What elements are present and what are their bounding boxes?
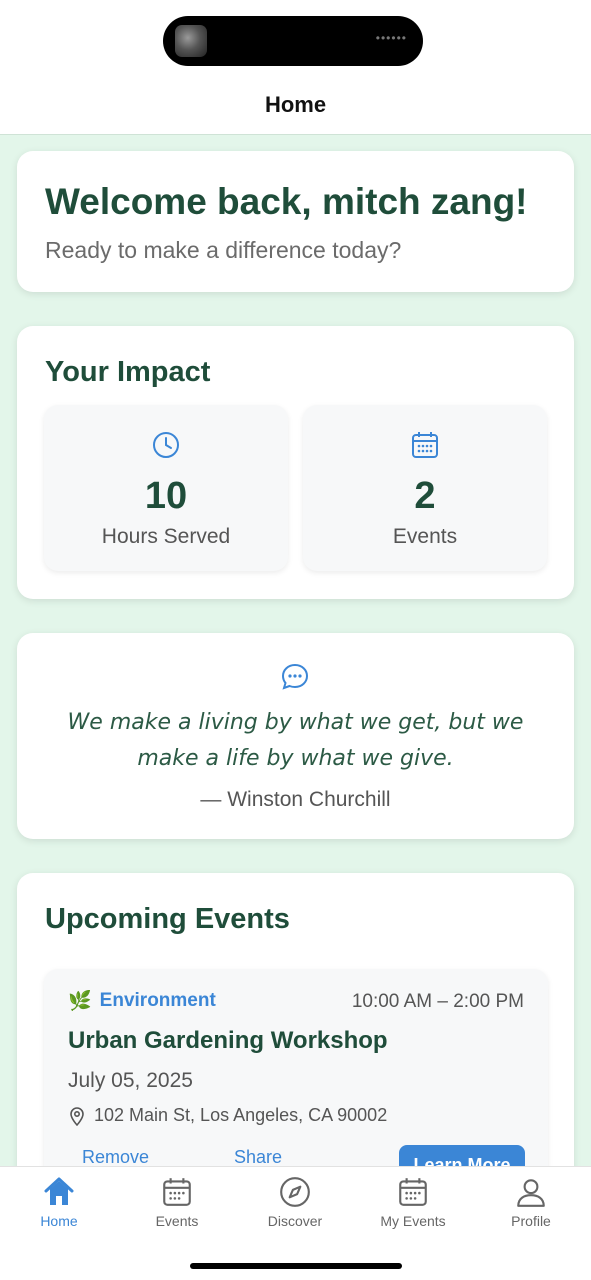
home-indicator[interactable] (190, 1263, 402, 1269)
hours-served-stat: 10 Hours Served (44, 405, 288, 571)
event-date: July 05, 2025 (68, 1069, 193, 1092)
chat-bubble-icon (281, 663, 309, 690)
dynamic-island[interactable]: •••••• (163, 16, 423, 66)
quote-author: — Winston Churchill (200, 788, 391, 811)
quote-card: We make a living by what we get, but we … (17, 633, 574, 839)
calendar-icon (412, 432, 438, 458)
hours-served-label: Hours Served (101, 525, 231, 548)
tab-my-events-label: My Events (380, 1213, 446, 1229)
event-category-label: Environment (99, 990, 216, 1011)
tab-home[interactable]: Home (0, 1175, 118, 1229)
compass-icon (280, 1177, 310, 1207)
tab-my-events[interactable]: My Events (354, 1175, 472, 1229)
event-title: Urban Gardening Workshop (68, 1027, 388, 1054)
now-playing-thumbnail (175, 25, 207, 57)
home-icon (44, 1177, 74, 1205)
events-label: Events (392, 525, 458, 548)
top-bar: •••••• Home (0, 0, 591, 135)
leaf-icon: 🌿 (68, 991, 92, 1012)
welcome-card: Welcome back, mitch zang! Ready to make … (17, 151, 574, 292)
tab-profile-label: Profile (511, 1213, 551, 1229)
tab-events[interactable]: Events (118, 1175, 236, 1229)
event-location-text: 102 Main St, Los Angeles, CA 90002 (94, 1105, 388, 1125)
impact-title: Your Impact (45, 356, 211, 388)
audio-wave-icon: •••••• (375, 31, 407, 45)
calendar-icon (399, 1178, 427, 1206)
map-pin-icon (70, 1106, 84, 1126)
tab-home-label: Home (40, 1213, 78, 1229)
hours-served-value: 10 (144, 475, 188, 517)
quote-text: We make a living by what we get, but we … (67, 710, 524, 771)
upcoming-events-title: Upcoming Events (45, 903, 290, 935)
event-location: 102 Main St, Los Angeles, CA 90002 (68, 1105, 387, 1126)
share-button[interactable]: Share (234, 1147, 282, 1168)
impact-card: Your Impact 10 Hours Served 2 Events (17, 326, 574, 599)
tab-bar: Home Events Discover My Events Profile (0, 1166, 591, 1280)
person-icon (517, 1179, 545, 1207)
events-value: 2 (414, 475, 436, 517)
tab-events-label: Events (155, 1213, 199, 1229)
event-time: 10:00 AM – 2:00 PM (351, 991, 524, 1012)
events-stat: 2 Events (303, 405, 547, 571)
welcome-subtitle: Ready to make a difference today? (45, 237, 402, 263)
calendar-icon (163, 1178, 191, 1206)
page-title: Home (264, 92, 327, 117)
clock-icon (153, 432, 179, 458)
tab-profile[interactable]: Profile (472, 1175, 590, 1229)
event-category: 🌿 Environment (68, 989, 216, 1013)
remove-button[interactable]: Remove (82, 1147, 149, 1168)
welcome-heading: Welcome back, mitch zang! (45, 181, 528, 222)
tab-discover[interactable]: Discover (236, 1175, 354, 1229)
tab-discover-label: Discover (267, 1213, 323, 1229)
